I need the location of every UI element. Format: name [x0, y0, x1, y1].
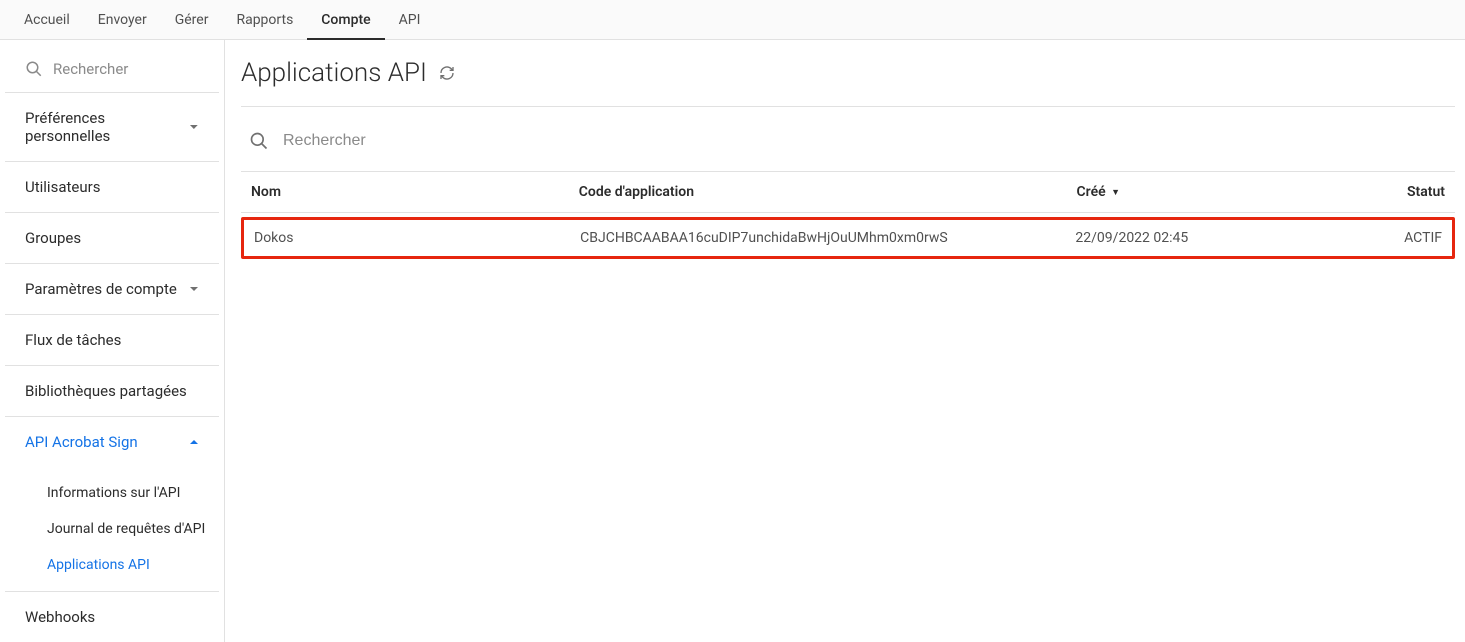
- chevron-down-icon: [189, 284, 199, 294]
- sidebar-item-label: Paramètres de compte: [25, 280, 177, 298]
- main-content: Applications API Nom Code d'application: [225, 40, 1465, 642]
- top-nav: Accueil Envoyer Gérer Rapports Compte AP…: [0, 0, 1465, 40]
- cell-code: CBJCHBCAABAA16cuDIP7unchidaBwHjOuUMhm0xm…: [570, 220, 1065, 256]
- sidebar-search-placeholder: Rechercher: [53, 60, 128, 78]
- column-header-code[interactable]: Code d'application: [569, 172, 1067, 213]
- page-title: Applications API: [241, 58, 427, 88]
- nav-envoyer[interactable]: Envoyer: [84, 0, 161, 40]
- sidebar-item-workflows[interactable]: Flux de tâches: [5, 315, 219, 366]
- sidebar-item-label: Préférences personnelles: [25, 109, 189, 145]
- nav-accueil[interactable]: Accueil: [10, 0, 84, 40]
- column-header-status[interactable]: Statut: [1394, 172, 1455, 213]
- refresh-icon[interactable]: [439, 65, 455, 81]
- sidebar-item-label: Bibliothèques partagées: [25, 382, 187, 400]
- cell-status: ACTIF: [1392, 220, 1452, 256]
- chevron-down-icon: [189, 122, 199, 132]
- applications-table: Nom Code d'application Créé ▼ Statut: [241, 171, 1455, 213]
- sidebar-item-webhooks[interactable]: Webhooks: [5, 592, 219, 642]
- cell-name: Dokos: [244, 220, 570, 256]
- sidebar-item-label: Utilisateurs: [25, 178, 100, 196]
- sidebar-subitem-api-info[interactable]: Informations sur l'API: [5, 475, 219, 511]
- sidebar-item-account-settings[interactable]: Paramètres de compte: [5, 264, 219, 315]
- sidebar-subitems: Informations sur l'API Journal de requêt…: [5, 467, 219, 592]
- column-header-created-label: Créé: [1077, 184, 1106, 200]
- sidebar-item-shared-libraries[interactable]: Bibliothèques partagées: [5, 366, 219, 417]
- sidebar-item-preferences[interactable]: Préférences personnelles: [5, 93, 219, 162]
- search-icon: [25, 60, 43, 78]
- column-header-name[interactable]: Nom: [241, 172, 569, 213]
- sidebar-subitem-api-log[interactable]: Journal de requêtes d'API: [5, 511, 219, 547]
- table-row[interactable]: Dokos CBJCHBCAABAA16cuDIP7unchidaBwHjOuU…: [244, 220, 1452, 256]
- cell-created: 22/09/2022 02:45: [1065, 220, 1391, 256]
- sidebar-item-api-acrobat-sign[interactable]: API Acrobat Sign: [5, 417, 219, 467]
- nav-gerer[interactable]: Gérer: [161, 0, 223, 40]
- search-input[interactable]: [283, 132, 583, 150]
- nav-compte[interactable]: Compte: [307, 0, 384, 40]
- main-search[interactable]: [241, 125, 1455, 171]
- sidebar-subitem-api-applications[interactable]: Applications API: [5, 547, 219, 583]
- sidebar-item-label: Webhooks: [25, 608, 95, 626]
- sidebar-search[interactable]: Rechercher: [5, 50, 219, 93]
- sidebar: Rechercher Préférences personnelles Util…: [0, 40, 225, 642]
- column-header-created[interactable]: Créé ▼: [1067, 172, 1395, 213]
- page-header: Applications API: [241, 58, 1455, 107]
- sidebar-item-users[interactable]: Utilisateurs: [5, 162, 219, 213]
- search-icon: [249, 131, 269, 151]
- nav-api[interactable]: API: [385, 0, 435, 40]
- chevron-up-icon: [189, 437, 199, 447]
- sidebar-item-groups[interactable]: Groupes: [5, 213, 219, 264]
- sidebar-item-label: Flux de tâches: [25, 331, 121, 349]
- nav-rapports[interactable]: Rapports: [222, 0, 307, 40]
- sort-desc-icon: ▼: [1111, 187, 1120, 198]
- sidebar-item-label: API Acrobat Sign: [25, 433, 138, 451]
- highlighted-row-annotation: Dokos CBJCHBCAABAA16cuDIP7unchidaBwHjOuU…: [241, 217, 1455, 259]
- sidebar-item-label: Groupes: [25, 229, 81, 247]
